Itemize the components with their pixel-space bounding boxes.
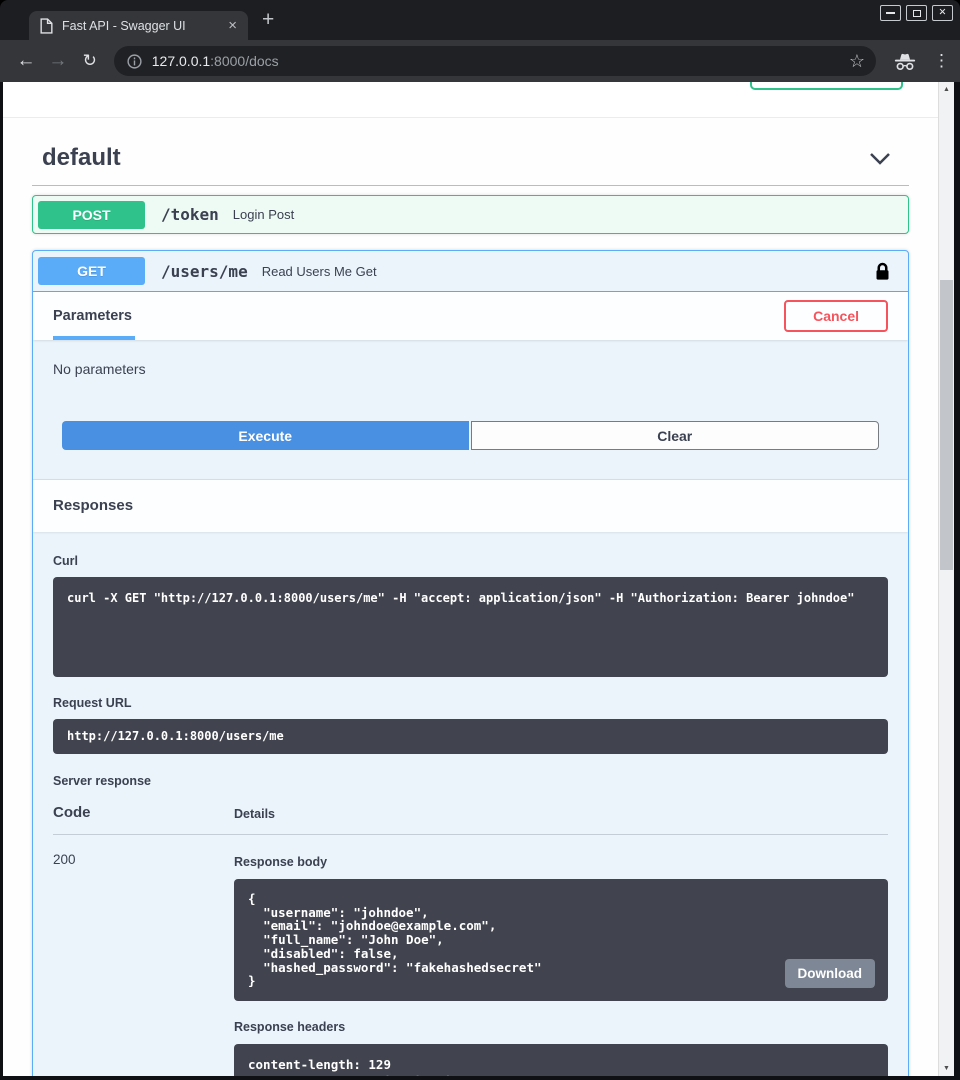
menu-dots-icon[interactable]: ⋮ — [933, 51, 950, 71]
window-controls: ✕ — [880, 5, 953, 21]
request-url-value: http://127.0.0.1:8000/users/me — [53, 719, 888, 754]
response-headers-value: content-length: 129 content-type: applic… — [234, 1044, 888, 1076]
get-summary: Read Users Me Get — [262, 264, 377, 279]
maximize-icon — [913, 10, 921, 17]
responses-header: Responses — [33, 479, 908, 532]
execute-button[interactable]: Execute — [62, 421, 469, 450]
opblock-post-token[interactable]: POST /token Login Post — [32, 195, 909, 234]
response-row-200: 200 Response body { "username": "johndoe… — [53, 835, 888, 1076]
scroll-down-icon[interactable]: ▼ — [939, 1065, 954, 1072]
chevron-down-icon[interactable] — [869, 152, 891, 165]
responses-body: Curl curl -X GET "http://127.0.0.1:8000/… — [33, 532, 908, 1076]
document-favicon-icon — [40, 18, 53, 34]
maximize-button[interactable] — [906, 5, 927, 21]
minimize-button[interactable] — [880, 5, 901, 21]
bookmark-star-icon[interactable]: ☆ — [849, 52, 865, 70]
browser-window: Fast API - Swagger UI × + ✕ ← → ↻ 127.0.… — [0, 0, 960, 1080]
opblock-get-users-me: GET /users/me Read Users Me Get Paramete… — [32, 250, 909, 1076]
server-response-label: Server response — [53, 774, 888, 788]
close-tab-icon[interactable]: × — [225, 18, 240, 33]
parameters-header: Parameters Cancel — [33, 292, 908, 340]
back-icon[interactable]: ← — [10, 50, 42, 72]
tab-strip: Fast API - Swagger UI × + ✕ — [0, 0, 960, 40]
no-parameters-text: No parameters — [53, 361, 888, 377]
scheme-band — [3, 82, 938, 118]
browser-tab[interactable]: Fast API - Swagger UI × — [29, 11, 248, 40]
parameters-body: No parameters Execute Clear — [33, 340, 908, 479]
response-table-header: Code Details — [53, 804, 888, 835]
page-content: default POST /token Login Post GET /user… — [3, 82, 954, 1076]
minimize-icon — [886, 12, 895, 14]
get-method-badge: GET — [38, 257, 145, 285]
url-path: :8000/docs — [210, 53, 279, 69]
info-icon[interactable] — [126, 53, 143, 70]
curl-label: Curl — [53, 554, 888, 568]
response-body-wrap: { "username": "johndoe", "email": "johnd… — [234, 879, 888, 1001]
post-path: /token — [161, 205, 219, 224]
page-scrollbar[interactable]: ▲ ▼ — [938, 82, 954, 1076]
new-tab-button[interactable]: + — [262, 8, 274, 32]
section-default-header[interactable]: default — [32, 131, 909, 186]
clear-button[interactable]: Clear — [471, 421, 880, 450]
url-bar[interactable]: 127.0.0.1:8000/docs ☆ — [114, 46, 876, 76]
response-headers-label: Response headers — [234, 1020, 888, 1034]
details-column-header: Details — [234, 807, 888, 821]
auth-lock-icon[interactable] — [875, 262, 890, 281]
scrollbar-thumb[interactable] — [940, 280, 953, 570]
curl-command[interactable]: curl -X GET "http://127.0.0.1:8000/users… — [53, 577, 888, 677]
url-text: 127.0.0.1:8000/docs — [152, 53, 279, 69]
swagger-ui: default POST /token Login Post GET /user… — [3, 82, 938, 1076]
incognito-icon — [894, 52, 916, 71]
scroll-up-icon[interactable]: ▲ — [939, 86, 954, 93]
response-body-label: Response body — [234, 855, 888, 869]
download-button[interactable]: Download — [785, 959, 876, 988]
authorize-button-fragment[interactable] — [750, 82, 903, 90]
tab-parameters[interactable]: Parameters — [53, 292, 132, 340]
reload-icon[interactable]: ↻ — [74, 51, 106, 71]
forward-icon[interactable]: → — [42, 50, 74, 72]
section-title: default — [42, 144, 121, 172]
browser-toolbar: ← → ↻ 127.0.0.1:8000/docs ☆ ⋮ — [0, 40, 960, 82]
get-summary-row[interactable]: GET /users/me Read Users Me Get — [33, 251, 908, 292]
cancel-button[interactable]: Cancel — [784, 300, 888, 332]
response-details: Response body { "username": "johndoe", "… — [234, 852, 888, 1076]
request-url-label: Request URL — [53, 696, 888, 710]
post-summary: Login Post — [233, 207, 294, 222]
execute-row: Execute Clear — [62, 421, 879, 450]
tab-title: Fast API - Swagger UI — [62, 19, 225, 33]
status-code: 200 — [53, 852, 234, 1076]
post-method-badge: POST — [38, 201, 145, 229]
close-window-button[interactable]: ✕ — [932, 5, 953, 21]
get-path: /users/me — [161, 262, 248, 281]
url-host: 127.0.0.1 — [152, 53, 210, 69]
code-column-header: Code — [53, 804, 234, 821]
